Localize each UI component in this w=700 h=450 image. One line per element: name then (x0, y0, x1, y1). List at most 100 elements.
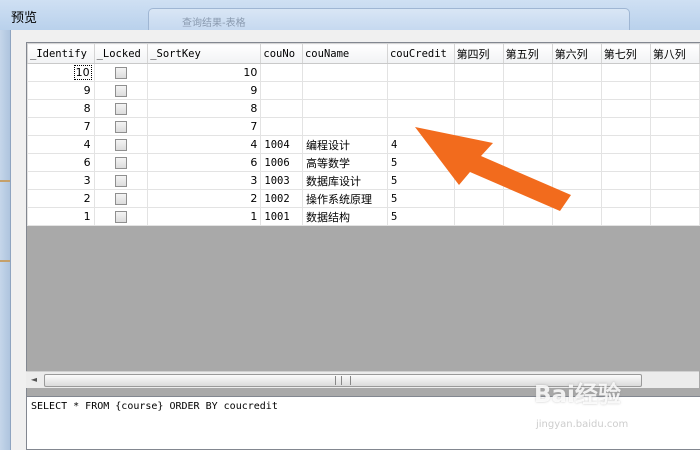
cell-couname[interactable]: 数据结构 (301, 207, 388, 226)
locked-checkbox[interactable] (114, 85, 127, 97)
column-header-col7[interactable]: 第七列 (600, 43, 651, 64)
cell-identify[interactable]: 7 (27, 117, 95, 136)
cell-empty-col8[interactable] (649, 99, 700, 118)
cell-coucredit[interactable] (386, 63, 455, 82)
cell-couname[interactable]: 高等数学 (301, 153, 388, 172)
table-row[interactable]: 10 10 (27, 63, 700, 82)
cell-couno[interactable] (260, 117, 303, 136)
locked-checkbox[interactable] (114, 211, 127, 223)
column-header-col6[interactable]: 第六列 (551, 43, 602, 64)
cell-locked[interactable] (93, 189, 149, 208)
cell-sortkey[interactable]: 7 (147, 117, 262, 136)
cell-empty-col7[interactable] (600, 117, 651, 136)
cell-sortkey[interactable]: 4 (147, 135, 262, 154)
cell-empty-col8[interactable] (649, 63, 700, 82)
cell-sortkey[interactable]: 8 (147, 99, 262, 118)
cell-locked[interactable] (93, 81, 149, 100)
cell-couname[interactable] (301, 99, 388, 118)
cell-empty-col8[interactable] (649, 117, 700, 136)
cell-identify[interactable]: 8 (27, 99, 95, 118)
column-header-sortkey[interactable]: _SortKey (147, 43, 262, 64)
cell-empty-col8[interactable] (649, 81, 700, 100)
cell-locked[interactable] (93, 171, 149, 190)
cell-empty-col8[interactable] (649, 135, 700, 154)
cell-locked[interactable] (93, 99, 149, 118)
cell-couno[interactable]: 1006 (260, 153, 303, 172)
cell-locked[interactable] (93, 207, 149, 226)
cell-sortkey[interactable]: 2 (147, 189, 262, 208)
cell-empty-col7[interactable] (600, 63, 651, 82)
cell-couname[interactable]: 数据库设计 (301, 171, 388, 190)
cell-sortkey[interactable]: 9 (147, 81, 262, 100)
table-row[interactable]: 3 3 1003 数据库设计 5 (27, 171, 700, 190)
cell-empty-col8[interactable] (649, 153, 700, 172)
cell-empty-col8[interactable] (649, 189, 700, 208)
column-header-col5[interactable]: 第五列 (502, 43, 553, 64)
locked-checkbox[interactable] (114, 157, 127, 169)
cell-identify[interactable]: 9 (27, 81, 95, 100)
cell-empty-col5[interactable] (502, 81, 553, 100)
cell-couname[interactable] (301, 117, 388, 136)
cell-empty-col4[interactable] (453, 81, 504, 100)
column-header-couname[interactable]: couName (301, 43, 388, 64)
cell-identify[interactable]: 2 (27, 189, 95, 208)
cell-empty-col6[interactable] (551, 81, 602, 100)
table-row[interactable]: 4 4 1004 编程设计 4 (27, 135, 700, 154)
cell-identify[interactable]: 4 (27, 135, 95, 154)
cell-empty-col5[interactable] (502, 99, 553, 118)
cell-locked[interactable] (93, 117, 149, 136)
cell-couname[interactable] (301, 63, 388, 82)
cell-empty-col6[interactable] (551, 99, 602, 118)
cell-identify[interactable]: 3 (27, 171, 95, 190)
table-row[interactable]: 2 2 1002 操作系统原理 5 (27, 189, 700, 208)
cell-empty-col7[interactable] (600, 81, 651, 100)
cell-coucredit[interactable] (386, 99, 455, 118)
cell-coucredit[interactable] (386, 81, 455, 100)
cell-sortkey[interactable]: 3 (147, 171, 262, 190)
cell-couname[interactable]: 编程设计 (301, 135, 388, 154)
table-row[interactable]: 77 (27, 117, 700, 136)
cell-identify[interactable]: 6 (27, 153, 95, 172)
scroll-left-arrow-icon[interactable]: ◄ (28, 374, 40, 386)
cell-couno[interactable]: 1003 (260, 171, 303, 190)
cell-sortkey[interactable]: 10 (147, 63, 262, 82)
cell-empty-col8[interactable] (649, 207, 700, 226)
cell-couno[interactable] (260, 99, 303, 118)
cell-empty-col5[interactable] (502, 63, 553, 82)
cell-couno[interactable] (260, 81, 303, 100)
column-header-coucredit[interactable]: couCredit (386, 43, 455, 64)
column-header-col4[interactable]: 第四列 (453, 43, 504, 64)
column-header-couno[interactable]: couNo (260, 43, 303, 64)
cell-empty-col4[interactable] (453, 63, 504, 82)
column-header-locked[interactable]: _Locked (93, 43, 149, 64)
locked-checkbox[interactable] (114, 193, 127, 205)
cell-sortkey[interactable]: 1 (147, 207, 262, 226)
cell-empty-col7[interactable] (600, 153, 651, 172)
sql-query-text[interactable]: SELECT * FROM {course} ORDER BY coucredi… (31, 401, 278, 412)
locked-checkbox[interactable] (114, 139, 127, 151)
cell-couno[interactable] (260, 63, 303, 82)
table-row[interactable]: 99 (27, 81, 700, 100)
cell-empty-col7[interactable] (600, 99, 651, 118)
cell-sortkey[interactable]: 6 (147, 153, 262, 172)
cell-identify[interactable]: 10 (27, 63, 95, 82)
cell-couname[interactable] (301, 81, 388, 100)
cell-empty-col8[interactable] (649, 171, 700, 190)
cell-couno[interactable]: 1004 (260, 135, 303, 154)
table-row[interactable]: 1 1 1001 数据结构 5 (27, 207, 700, 226)
cell-empty-col7[interactable] (600, 171, 651, 190)
cell-couname[interactable]: 操作系统原理 (301, 189, 388, 208)
table-row[interactable]: 6 6 1006 高等数学 5 (27, 153, 700, 172)
locked-checkbox[interactable] (114, 121, 127, 133)
cell-empty-col6[interactable] (551, 63, 602, 82)
cell-couno[interactable]: 1001 (260, 207, 303, 226)
locked-checkbox[interactable] (114, 103, 127, 115)
cell-empty-col7[interactable] (600, 189, 651, 208)
cell-locked[interactable] (93, 63, 149, 82)
column-header-identify[interactable]: _Identify (27, 43, 95, 64)
cell-locked[interactable] (93, 153, 149, 172)
cell-empty-col7[interactable] (600, 135, 651, 154)
cell-locked[interactable] (93, 135, 149, 154)
column-header-col8[interactable]: 第八列 (649, 43, 700, 64)
locked-checkbox[interactable] (114, 67, 127, 79)
